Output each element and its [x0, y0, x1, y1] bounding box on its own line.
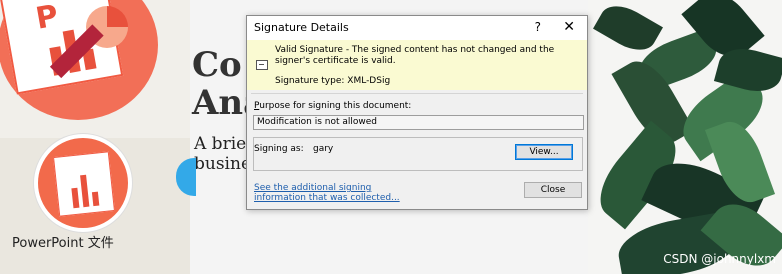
valid-signature-message: Valid Signature - The signed content has… [275, 45, 555, 66]
p-letter-icon: P [33, 0, 61, 37]
signature-certificate-icon [256, 60, 268, 70]
divider [251, 93, 583, 94]
powerpoint-file-label: PowerPoint 文件 [12, 236, 114, 251]
watermark: CSDN @johnnylxm [663, 252, 776, 266]
purpose-label-rest: urpose for signing this document: [259, 101, 412, 111]
powerpoint-logo-small [34, 134, 132, 232]
bar-icon [91, 191, 100, 207]
purpose-label: Purpose for signing this document: [254, 101, 411, 111]
signature-status-banner: Valid Signature - The signed content has… [247, 40, 587, 90]
dialog-titlebar[interactable]: Signature Details ? ✕ [247, 16, 587, 40]
signature-type: Signature type: XML-DSig [275, 76, 391, 86]
signer-name: gary [313, 144, 334, 154]
additional-info-link[interactable]: See the additional signing information t… [254, 183, 414, 203]
view-button[interactable]: View... [515, 144, 573, 160]
powerpoint-logo-large: P [0, 0, 158, 120]
help-button[interactable]: ? [535, 20, 541, 34]
close-button[interactable]: Close [524, 182, 582, 198]
dialog-title: Signature Details [254, 21, 349, 34]
signature-details-dialog: Signature Details ? ✕ Valid Signature - … [246, 15, 588, 210]
purpose-field[interactable]: Modification is not allowed [253, 115, 584, 130]
document-icon [53, 151, 115, 217]
fern-image: CSDN @johnnylxm [588, 0, 782, 274]
bar-icon [71, 187, 80, 209]
powerpoint-logo-panel: P PowerPoint 文件 [0, 0, 190, 274]
signing-as-label: Signing as: [254, 144, 304, 154]
close-x-button[interactable]: ✕ [563, 19, 575, 35]
bar-icon [80, 174, 90, 208]
